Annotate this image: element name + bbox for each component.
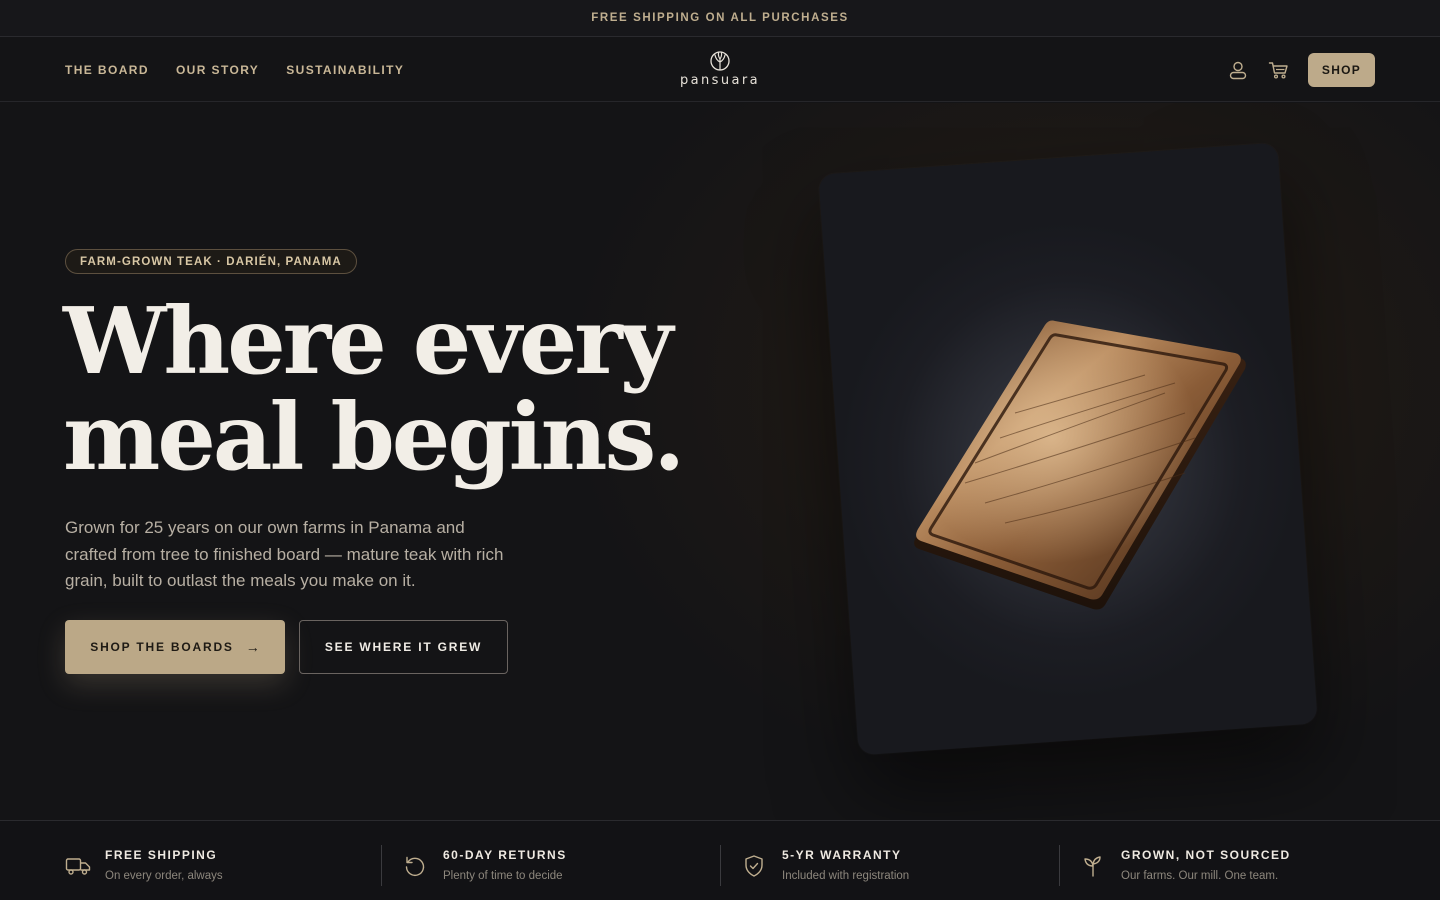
main-nav: THE BOARD OUR STORY SUSTAINABILITY pansu…	[0, 38, 1440, 102]
nav-actions: SHOP	[1226, 38, 1375, 102]
feature-subtitle: Included with registration	[782, 870, 910, 882]
brand-logo[interactable]: pansuara	[660, 50, 780, 92]
logo-mark-icon	[710, 51, 730, 71]
nav-links: THE BOARD OUR STORY SUSTAINABILITY	[65, 38, 404, 102]
shop-button[interactable]: SHOP	[1308, 53, 1375, 87]
feature-divider	[381, 845, 382, 886]
returns-icon	[402, 853, 428, 879]
see-where-it-grew-button[interactable]: SEE WHERE IT GREW	[299, 620, 508, 674]
feature-grown: GROWN, NOT SOURCED Our farms. Our mill. …	[1017, 821, 1356, 900]
feature-warranty: 5-YR WARRANTY Included with registration	[678, 821, 1017, 900]
arrow-right-icon: →	[245, 639, 260, 655]
headline-line-1: Where every	[63, 287, 673, 395]
hero-description: Grown for 25 years on our own farms in P…	[65, 518, 504, 590]
shop-the-boards-button[interactable]: SHOP THE BOARDS →	[65, 620, 285, 674]
nav-link-sustainability[interactable]: SUSTAINABILITY	[286, 63, 404, 77]
feature-returns: 60-DAY RETURNS Plenty of time to decide	[339, 821, 678, 900]
shop-the-boards-label: SHOP THE BOARDS	[90, 640, 234, 654]
feature-title: 5-YR WARRANTY	[782, 848, 902, 862]
cutting-board-image	[914, 320, 1246, 610]
hero-headline: Where every meal begins.	[63, 293, 703, 485]
truck-icon	[65, 853, 91, 879]
origin-badge: FARM-GROWN TEAK · DARIÉN, PANAMA	[65, 249, 357, 274]
announcement-bar: FREE SHIPPING ON ALL PURCHASES	[0, 0, 1440, 37]
logo-wordmark: pansuara	[680, 73, 760, 88]
nav-link-the-board[interactable]: THE BOARD	[65, 63, 149, 77]
sprout-icon	[1080, 853, 1106, 879]
feature-subtitle: On every order, always	[105, 870, 223, 882]
feature-divider	[1059, 845, 1060, 886]
feature-divider	[720, 845, 721, 886]
feature-subtitle: Plenty of time to decide	[443, 870, 563, 882]
nav-link-our-story[interactable]: OUR STORY	[176, 63, 259, 77]
shield-icon	[741, 853, 767, 879]
headline-line-2: meal begins.	[63, 383, 685, 491]
cart-icon[interactable]	[1266, 58, 1290, 82]
user-icon[interactable]	[1226, 58, 1250, 82]
hero-section: FARM-GROWN TEAK · DARIÉN, PANAMA Where e…	[0, 103, 1440, 820]
feature-title: GROWN, NOT SOURCED	[1121, 848, 1291, 862]
feature-title: FREE SHIPPING	[105, 848, 218, 862]
features-bar: FREE SHIPPING On every order, always 60-…	[0, 820, 1440, 900]
feature-title: 60-DAY RETURNS	[443, 848, 567, 862]
feature-free-shipping: FREE SHIPPING On every order, always	[0, 821, 339, 900]
announcement-text: FREE SHIPPING ON ALL PURCHASES	[591, 12, 849, 24]
feature-subtitle: Our farms. Our mill. One team.	[1121, 870, 1279, 882]
